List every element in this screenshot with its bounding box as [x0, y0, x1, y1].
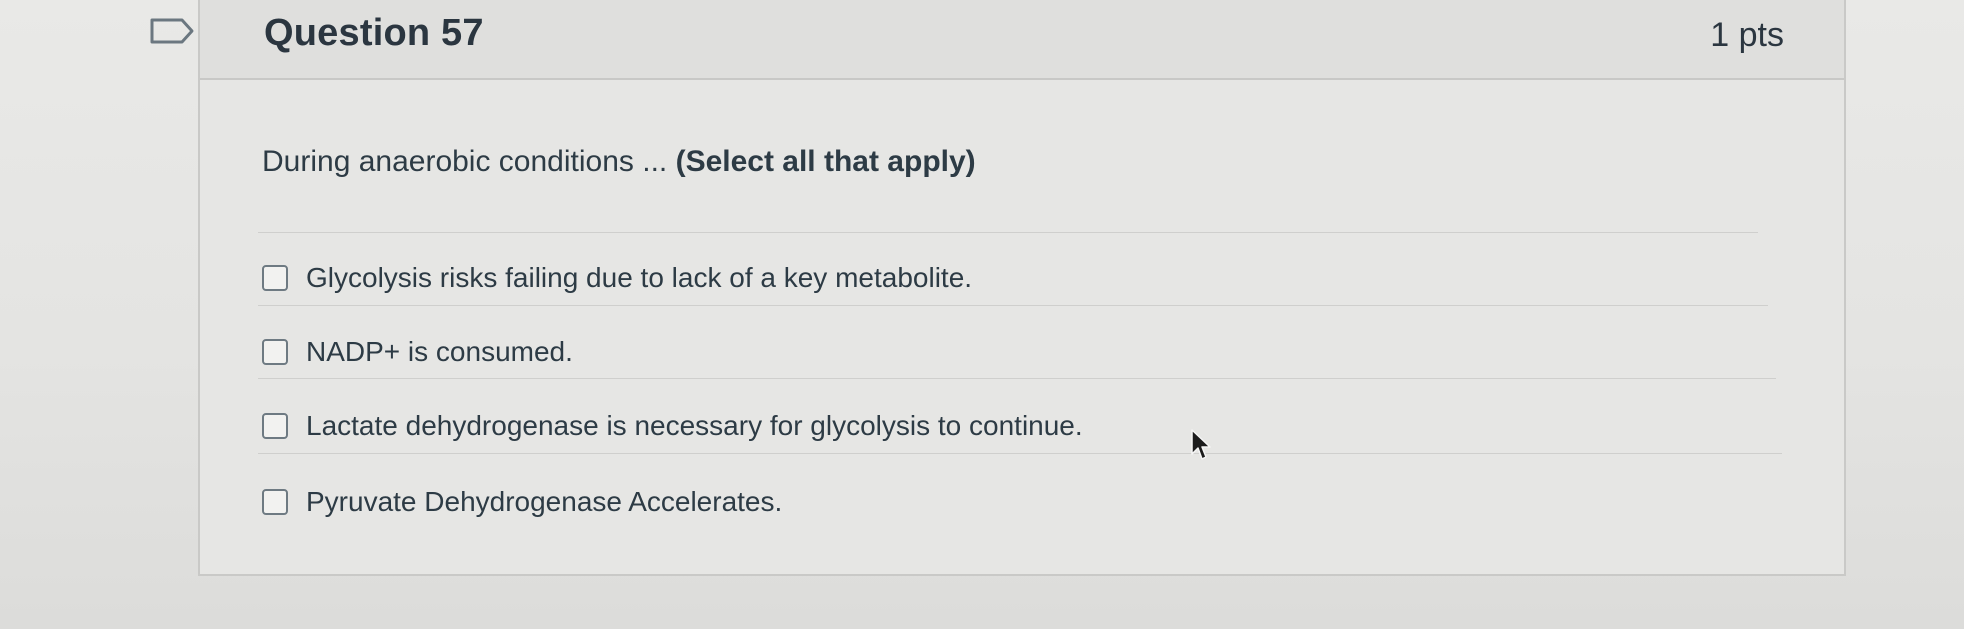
- question-card: Question 57 1 pts During anaerobic condi…: [198, 0, 1846, 576]
- answer-checkbox[interactable]: [262, 413, 288, 439]
- question-header: Question 57 1 pts: [200, 0, 1844, 80]
- divider: [258, 305, 1768, 306]
- quiz-page: Question 57 1 pts During anaerobic condi…: [0, 0, 1964, 629]
- question-title: Question 57: [264, 12, 484, 54]
- question-prompt: During anaerobic conditions ... (Select …: [262, 145, 976, 179]
- answer-option[interactable]: Pyruvate Dehydrogenase Accelerates.: [262, 486, 782, 518]
- answer-option[interactable]: Lactate dehydrogenase is necessary for g…: [262, 410, 1083, 442]
- divider: [258, 453, 1782, 454]
- mouse-pointer-icon: [1191, 429, 1211, 460]
- flag-question-icon[interactable]: [148, 16, 196, 46]
- answer-option[interactable]: NADP+ is consumed.: [262, 336, 573, 368]
- answer-option[interactable]: Glycolysis risks failing due to lack of …: [262, 262, 972, 294]
- answer-label: Lactate dehydrogenase is necessary for g…: [306, 410, 1083, 441]
- answer-label: Pyruvate Dehydrogenase Accelerates.: [306, 486, 783, 517]
- answer-checkbox[interactable]: [262, 489, 288, 515]
- answer-label: NADP+ is consumed.: [306, 336, 573, 367]
- question-prompt-text: During anaerobic conditions ...: [262, 145, 668, 178]
- divider: [258, 378, 1776, 379]
- answer-label: Glycolysis risks failing due to lack of …: [306, 262, 973, 293]
- question-points: 1 pts: [1710, 16, 1784, 54]
- answer-checkbox[interactable]: [262, 339, 288, 365]
- answer-checkbox[interactable]: [262, 265, 288, 291]
- question-instruction: (Select all that apply): [675, 145, 976, 178]
- divider: [258, 232, 1758, 233]
